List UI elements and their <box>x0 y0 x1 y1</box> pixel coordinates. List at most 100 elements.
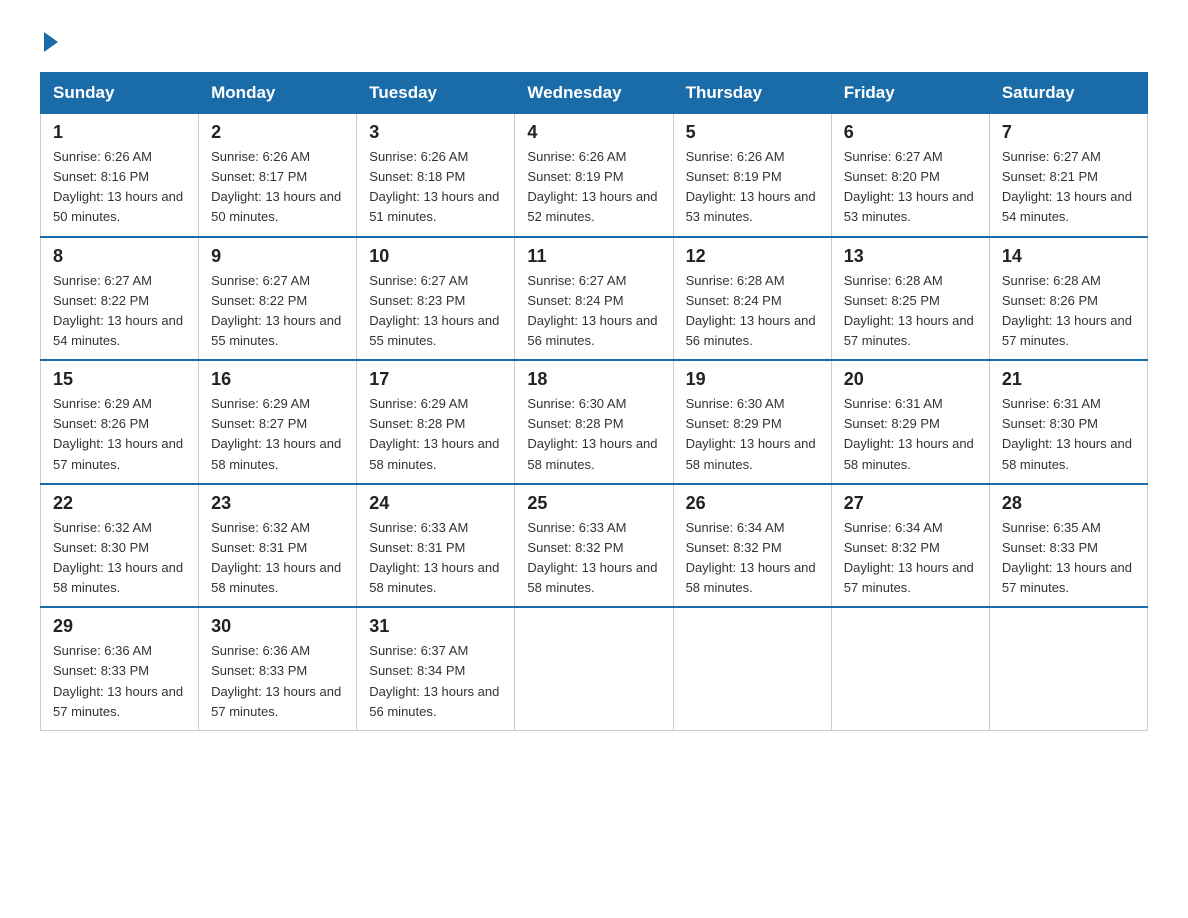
day-info: Sunrise: 6:36 AMSunset: 8:33 PMDaylight:… <box>53 641 186 722</box>
day-info: Sunrise: 6:26 AMSunset: 8:18 PMDaylight:… <box>369 147 502 228</box>
day-info: Sunrise: 6:36 AMSunset: 8:33 PMDaylight:… <box>211 641 344 722</box>
calendar-cell: 23Sunrise: 6:32 AMSunset: 8:31 PMDayligh… <box>199 484 357 608</box>
day-number: 15 <box>53 369 186 390</box>
logo <box>40 30 64 52</box>
calendar-cell: 10 Sunrise: 6:27 AMSunset: 8:23 PMDayligh… <box>357 237 515 361</box>
weekday-header-row: SundayMondayTuesdayWednesdayThursdayFrid… <box>41 73 1148 114</box>
day-info: Sunrise: 6:28 AMSunset: 8:26 PMDaylight:… <box>1002 271 1135 352</box>
day-info: Sunrise: 6:28 AMSunset: 8:24 PMDaylight:… <box>686 271 819 352</box>
day-info: Sunrise: 6:29 AMSunset: 8:28 PMDaylight:… <box>369 394 502 475</box>
day-number: 18 <box>527 369 660 390</box>
day-info: Sunrise: 6:34 AMSunset: 8:32 PMDaylight:… <box>844 518 977 599</box>
page-header <box>40 30 1148 52</box>
day-info: Sunrise: 6:26 AMSunset: 8:17 PMDaylight:… <box>211 147 344 228</box>
calendar-cell: 17Sunrise: 6:29 AMSunset: 8:28 PMDayligh… <box>357 360 515 484</box>
day-number: 21 <box>1002 369 1135 390</box>
day-number: 3 <box>369 122 502 143</box>
day-number: 16 <box>211 369 344 390</box>
calendar-cell: 30 Sunrise: 6:36 AMSunset: 8:33 PMDayligh… <box>199 607 357 730</box>
weekday-header-tuesday: Tuesday <box>357 73 515 114</box>
calendar-cell: 29 Sunrise: 6:36 AMSunset: 8:33 PMDayligh… <box>41 607 199 730</box>
day-info: Sunrise: 6:27 AMSunset: 8:20 PMDaylight:… <box>844 147 977 228</box>
weekday-header-thursday: Thursday <box>673 73 831 114</box>
calendar-table: SundayMondayTuesdayWednesdayThursdayFrid… <box>40 72 1148 731</box>
day-info: Sunrise: 6:29 AMSunset: 8:27 PMDaylight:… <box>211 394 344 475</box>
day-info: Sunrise: 6:27 AMSunset: 8:22 PMDaylight:… <box>53 271 186 352</box>
calendar-cell: 13 Sunrise: 6:28 AMSunset: 8:25 PMDayligh… <box>831 237 989 361</box>
day-info: Sunrise: 6:35 AMSunset: 8:33 PMDaylight:… <box>1002 518 1135 599</box>
day-number: 22 <box>53 493 186 514</box>
day-info: Sunrise: 6:28 AMSunset: 8:25 PMDaylight:… <box>844 271 977 352</box>
calendar-cell: 31Sunrise: 6:37 AMSunset: 8:34 PMDayligh… <box>357 607 515 730</box>
weekday-header-sunday: Sunday <box>41 73 199 114</box>
calendar-cell: 19Sunrise: 6:30 AMSunset: 8:29 PMDayligh… <box>673 360 831 484</box>
calendar-cell: 6 Sunrise: 6:27 AMSunset: 8:20 PMDaylight… <box>831 114 989 237</box>
day-number: 13 <box>844 246 977 267</box>
logo-arrow-icon <box>44 32 58 52</box>
day-info: Sunrise: 6:33 AMSunset: 8:32 PMDaylight:… <box>527 518 660 599</box>
day-number: 12 <box>686 246 819 267</box>
calendar-cell: 1 Sunrise: 6:26 AMSunset: 8:16 PMDaylight… <box>41 114 199 237</box>
calendar-cell: 20 Sunrise: 6:31 AMSunset: 8:29 PMDayligh… <box>831 360 989 484</box>
day-number: 26 <box>686 493 819 514</box>
day-number: 25 <box>527 493 660 514</box>
day-number: 28 <box>1002 493 1135 514</box>
calendar-cell: 5 Sunrise: 6:26 AMSunset: 8:19 PMDaylight… <box>673 114 831 237</box>
day-info: Sunrise: 6:31 AMSunset: 8:29 PMDaylight:… <box>844 394 977 475</box>
day-info: Sunrise: 6:32 AMSunset: 8:31 PMDaylight:… <box>211 518 344 599</box>
day-number: 4 <box>527 122 660 143</box>
day-number: 29 <box>53 616 186 637</box>
day-info: Sunrise: 6:32 AMSunset: 8:30 PMDaylight:… <box>53 518 186 599</box>
week-row-1: 1 Sunrise: 6:26 AMSunset: 8:16 PMDaylight… <box>41 114 1148 237</box>
calendar-cell: 4Sunrise: 6:26 AMSunset: 8:19 PMDaylight… <box>515 114 673 237</box>
calendar-cell <box>515 607 673 730</box>
week-row-3: 15Sunrise: 6:29 AMSunset: 8:26 PMDayligh… <box>41 360 1148 484</box>
calendar-cell: 22 Sunrise: 6:32 AMSunset: 8:30 PMDayligh… <box>41 484 199 608</box>
day-number: 7 <box>1002 122 1135 143</box>
calendar-cell: 12 Sunrise: 6:28 AMSunset: 8:24 PMDayligh… <box>673 237 831 361</box>
day-number: 24 <box>369 493 502 514</box>
day-number: 30 <box>211 616 344 637</box>
day-info: Sunrise: 6:34 AMSunset: 8:32 PMDaylight:… <box>686 518 819 599</box>
calendar-cell: 27Sunrise: 6:34 AMSunset: 8:32 PMDayligh… <box>831 484 989 608</box>
calendar-cell <box>989 607 1147 730</box>
weekday-header-saturday: Saturday <box>989 73 1147 114</box>
day-info: Sunrise: 6:26 AMSunset: 8:19 PMDaylight:… <box>686 147 819 228</box>
day-info: Sunrise: 6:30 AMSunset: 8:29 PMDaylight:… <box>686 394 819 475</box>
day-number: 6 <box>844 122 977 143</box>
weekday-header-friday: Friday <box>831 73 989 114</box>
day-info: Sunrise: 6:33 AMSunset: 8:31 PMDaylight:… <box>369 518 502 599</box>
calendar-cell: 26 Sunrise: 6:34 AMSunset: 8:32 PMDayligh… <box>673 484 831 608</box>
day-number: 11 <box>527 246 660 267</box>
calendar-cell: 14 Sunrise: 6:28 AMSunset: 8:26 PMDayligh… <box>989 237 1147 361</box>
week-row-5: 29 Sunrise: 6:36 AMSunset: 8:33 PMDayligh… <box>41 607 1148 730</box>
calendar-cell: 25 Sunrise: 6:33 AMSunset: 8:32 PMDayligh… <box>515 484 673 608</box>
calendar-cell: 7Sunrise: 6:27 AMSunset: 8:21 PMDaylight… <box>989 114 1147 237</box>
day-info: Sunrise: 6:27 AMSunset: 8:23 PMDaylight:… <box>369 271 502 352</box>
day-number: 10 <box>369 246 502 267</box>
weekday-header-wednesday: Wednesday <box>515 73 673 114</box>
day-info: Sunrise: 6:26 AMSunset: 8:16 PMDaylight:… <box>53 147 186 228</box>
day-number: 1 <box>53 122 186 143</box>
day-info: Sunrise: 6:31 AMSunset: 8:30 PMDaylight:… <box>1002 394 1135 475</box>
day-number: 20 <box>844 369 977 390</box>
day-info: Sunrise: 6:37 AMSunset: 8:34 PMDaylight:… <box>369 641 502 722</box>
calendar-cell: 16 Sunrise: 6:29 AMSunset: 8:27 PMDayligh… <box>199 360 357 484</box>
calendar-cell: 3 Sunrise: 6:26 AMSunset: 8:18 PMDaylight… <box>357 114 515 237</box>
calendar-cell: 2 Sunrise: 6:26 AMSunset: 8:17 PMDaylight… <box>199 114 357 237</box>
calendar-cell: 21 Sunrise: 6:31 AMSunset: 8:30 PMDayligh… <box>989 360 1147 484</box>
calendar-cell: 11 Sunrise: 6:27 AMSunset: 8:24 PMDayligh… <box>515 237 673 361</box>
day-info: Sunrise: 6:27 AMSunset: 8:24 PMDaylight:… <box>527 271 660 352</box>
week-row-4: 22 Sunrise: 6:32 AMSunset: 8:30 PMDayligh… <box>41 484 1148 608</box>
day-number: 5 <box>686 122 819 143</box>
calendar-cell: 9 Sunrise: 6:27 AMSunset: 8:22 PMDaylight… <box>199 237 357 361</box>
day-info: Sunrise: 6:27 AMSunset: 8:22 PMDaylight:… <box>211 271 344 352</box>
calendar-cell: 24 Sunrise: 6:33 AMSunset: 8:31 PMDayligh… <box>357 484 515 608</box>
day-number: 14 <box>1002 246 1135 267</box>
day-number: 2 <box>211 122 344 143</box>
calendar-cell: 18 Sunrise: 6:30 AMSunset: 8:28 PMDayligh… <box>515 360 673 484</box>
calendar-cell <box>831 607 989 730</box>
calendar-cell: 15Sunrise: 6:29 AMSunset: 8:26 PMDayligh… <box>41 360 199 484</box>
day-number: 9 <box>211 246 344 267</box>
day-info: Sunrise: 6:30 AMSunset: 8:28 PMDaylight:… <box>527 394 660 475</box>
